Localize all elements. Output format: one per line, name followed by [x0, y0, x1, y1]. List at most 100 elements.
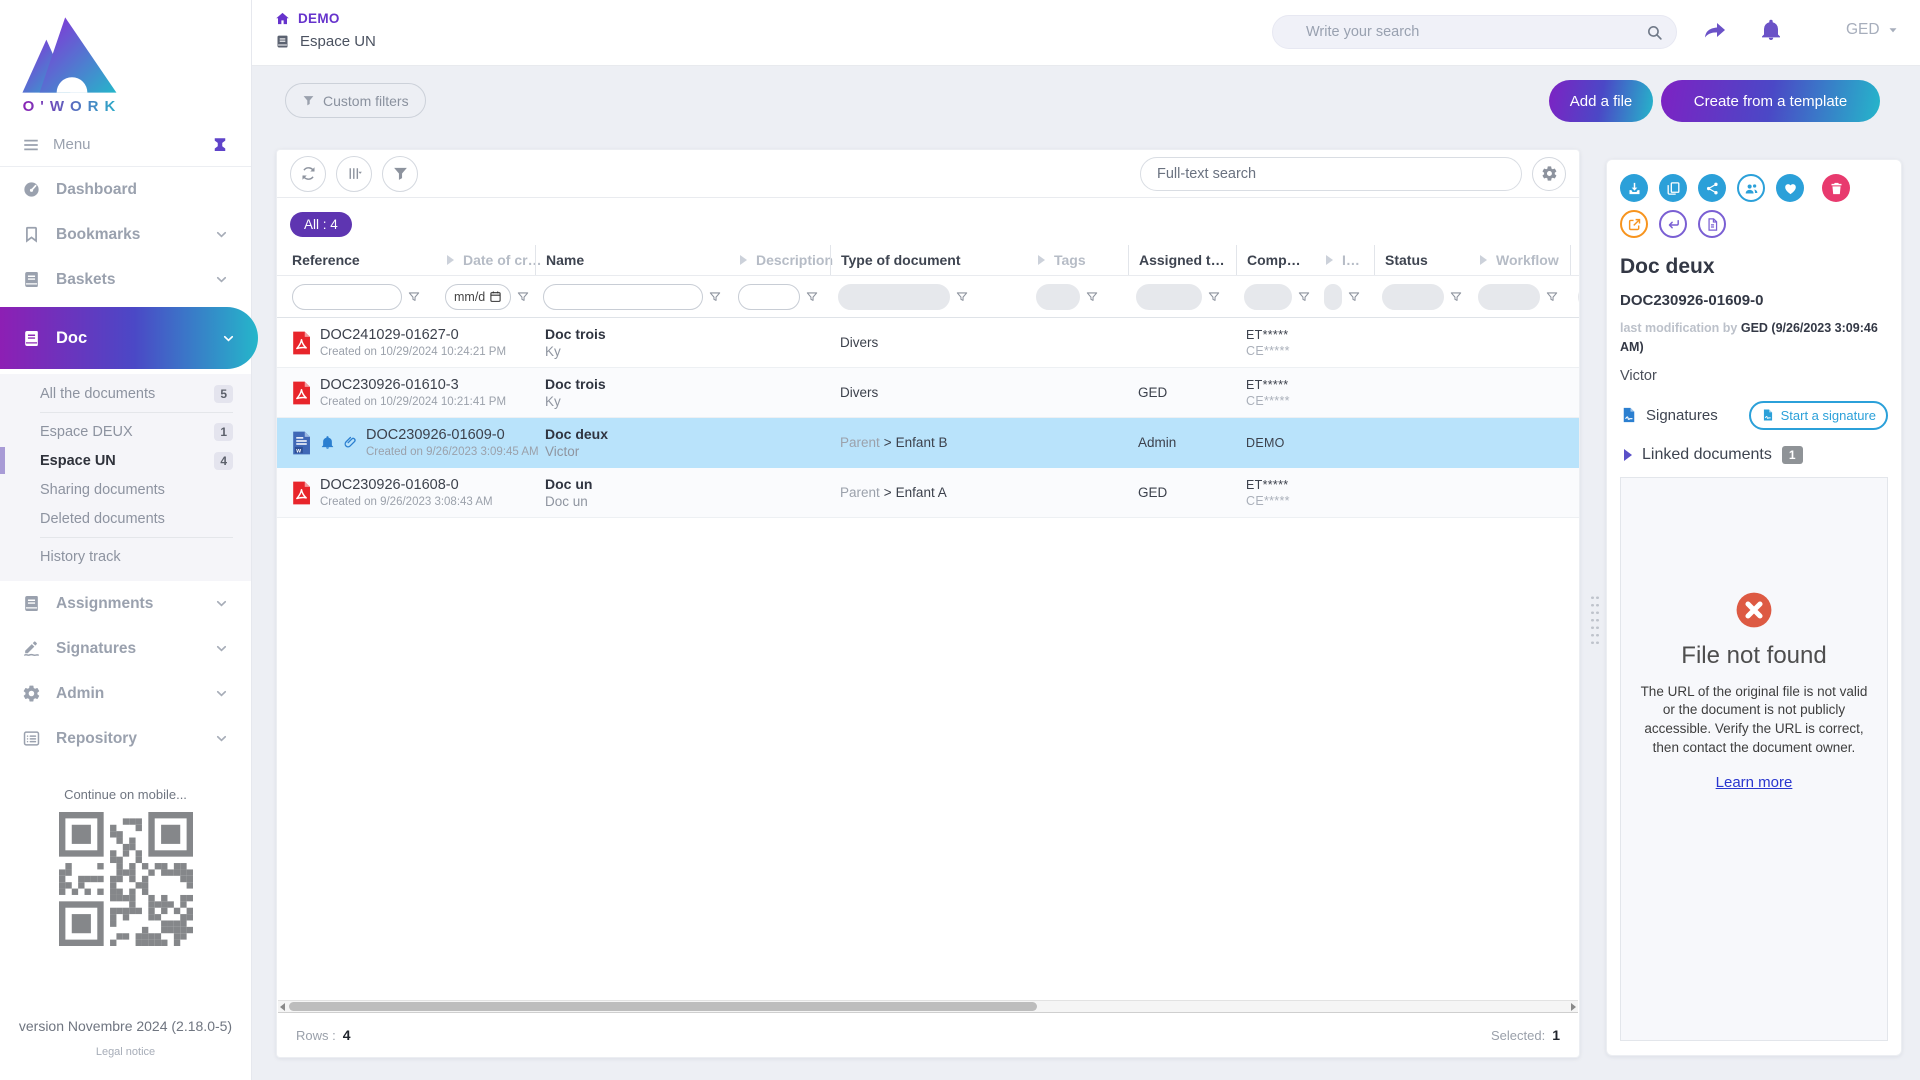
column-header-y[interactable]: Y: [1570, 245, 1580, 275]
column-header-workflow[interactable]: Workflow: [1470, 245, 1570, 275]
column-header-i[interactable]: I…: [1316, 245, 1374, 275]
sidebar-subitem-all-the-documents[interactable]: All the documents5: [0, 379, 251, 408]
breadcrumb-space[interactable]: Espace UN: [275, 33, 376, 50]
column-expand-icon[interactable]: [1480, 255, 1487, 265]
file-button[interactable]: [1698, 210, 1726, 238]
column-header-date-of-cr[interactable]: Date of cr…: [437, 245, 535, 275]
funnel-outline-icon[interactable]: [1449, 290, 1463, 304]
scrollbar-thumb[interactable]: [289, 1002, 1037, 1011]
sidebar-item-dashboard[interactable]: Dashboard: [0, 167, 251, 212]
users-button[interactable]: [1737, 174, 1765, 202]
calendar-icon[interactable]: [489, 290, 502, 303]
search-icon[interactable]: [1646, 24, 1663, 41]
funnel-outline-icon[interactable]: [708, 290, 722, 304]
column-header-tags[interactable]: Tags: [1028, 245, 1128, 275]
custom-filters-button[interactable]: Custom filters: [285, 83, 426, 118]
legal-notice-link[interactable]: Legal notice: [0, 1046, 251, 1058]
column-header-comp[interactable]: Comp…: [1236, 245, 1316, 275]
user-menu[interactable]: GED: [1846, 21, 1900, 39]
funnel-outline-icon[interactable]: [955, 290, 969, 304]
trash-button[interactable]: [1822, 174, 1850, 202]
scroll-right-arrow[interactable]: [1571, 1003, 1576, 1011]
filter-input[interactable]: [292, 284, 402, 310]
fulltext-search-input[interactable]: [1140, 157, 1522, 191]
table-row[interactable]: w DOC230926-01609-0 Created on 9/26/2023…: [277, 418, 1579, 468]
funnel-outline-icon[interactable]: [1545, 290, 1559, 304]
table-row[interactable]: DOC230926-01608-0 Created on 9/26/2023 3…: [277, 468, 1579, 518]
return-icon: [1666, 217, 1681, 232]
return-button[interactable]: [1659, 210, 1687, 238]
columns-button[interactable]: [336, 156, 372, 192]
column-expand-icon[interactable]: [1326, 255, 1333, 265]
column-header-reference[interactable]: Reference: [277, 245, 437, 275]
column-expand-icon[interactable]: [1038, 255, 1045, 265]
document-reference: DOC230926-01609-0: [1620, 292, 1888, 309]
heart-button[interactable]: [1776, 174, 1804, 202]
external-link-button[interactable]: [1620, 210, 1648, 238]
breadcrumb-home[interactable]: DEMO: [275, 11, 376, 26]
filter-input[interactable]: [738, 284, 800, 310]
scroll-left-arrow[interactable]: [280, 1003, 285, 1011]
menu-toggle[interactable]: Menu: [0, 123, 251, 167]
horizontal-scrollbar[interactable]: [278, 1000, 1578, 1013]
sidebar-subitem-sharing-documents[interactable]: Sharing documents: [0, 475, 251, 504]
funnel-outline-icon[interactable]: [1085, 290, 1099, 304]
column-header-name[interactable]: Name: [535, 245, 730, 275]
document-reference: DOC241029-01627-0: [320, 327, 506, 343]
filter-input-disabled: [1478, 284, 1540, 310]
table-settings-button[interactable]: [1532, 157, 1566, 191]
column-expand-icon[interactable]: [447, 255, 454, 265]
reference-cell: DOC230926-01608-0 Created on 9/26/2023 3…: [277, 468, 535, 517]
copy-button[interactable]: [1659, 174, 1687, 202]
learn-more-link[interactable]: Learn more: [1716, 774, 1793, 791]
table-row[interactable]: DOC230926-01610-3 Created on 10/29/2024 …: [277, 368, 1579, 418]
column-expand-icon[interactable]: [740, 255, 747, 265]
all-count-badge[interactable]: All : 4: [290, 212, 352, 237]
sidebar-item-doc[interactable]: Doc: [0, 307, 258, 369]
panel-resize-handle[interactable]: [1590, 594, 1600, 646]
add-file-button[interactable]: Add a file: [1549, 80, 1653, 122]
sidebar-subitem-deleted-documents[interactable]: Deleted documents: [0, 504, 251, 533]
description-cell: [730, 418, 830, 467]
bell-icon[interactable]: [1759, 18, 1783, 42]
sidebar-item-bookmarks[interactable]: Bookmarks: [0, 212, 251, 257]
create-template-button[interactable]: Create from a template: [1661, 80, 1880, 122]
sidebar-item-assignments[interactable]: Assignments: [0, 581, 251, 626]
start-signature-button[interactable]: Start a signature: [1749, 401, 1888, 430]
sidebar-item-admin[interactable]: Admin: [0, 671, 251, 716]
column-header-assigned-t[interactable]: Assigned t…: [1128, 245, 1236, 275]
i-cell: [1316, 368, 1374, 417]
refresh-button[interactable]: [290, 156, 326, 192]
sidebar: O'WORK Menu DashboardBookmarksBaskets Do…: [0, 0, 251, 1080]
funnel-outline-icon[interactable]: [516, 290, 530, 304]
share-nodes-button[interactable]: [1698, 174, 1726, 202]
filter-button[interactable]: [382, 156, 418, 192]
funnel-outline-icon[interactable]: [1347, 290, 1361, 304]
funnel-outline-icon[interactable]: [805, 290, 819, 304]
hamburger-icon: [22, 136, 40, 154]
sidebar-item-baskets[interactable]: Baskets: [0, 257, 251, 302]
global-search-input[interactable]: [1273, 16, 1676, 48]
column-header-description[interactable]: Description: [730, 245, 830, 275]
sidebar-subitem-espace-un[interactable]: Espace UN4: [0, 446, 251, 475]
filter-input[interactable]: [543, 284, 703, 310]
funnel-outline-icon[interactable]: [407, 290, 421, 304]
pin-icon[interactable]: [211, 136, 229, 154]
sidebar-subitem-espace-deux[interactable]: Espace DEUX1: [0, 417, 251, 446]
sidebar-item-signatures[interactable]: Signatures: [0, 626, 251, 671]
funnel-outline-icon[interactable]: [1297, 290, 1311, 304]
name-cell: Doc deux Victor: [535, 418, 730, 467]
filter-cell-status: [1374, 276, 1470, 317]
sidebar-item-repository[interactable]: Repository: [0, 716, 251, 761]
column-header-status[interactable]: Status: [1374, 245, 1470, 275]
column-header-type-of-document[interactable]: Type of document: [830, 245, 1028, 275]
linked-documents-toggle[interactable]: Linked documents 1: [1620, 446, 1888, 464]
type-cell: Divers: [830, 318, 1028, 367]
sidebar-subitem-history-track[interactable]: History track: [0, 542, 251, 571]
description-cell: [730, 318, 830, 367]
date-filter-input[interactable]: mm/d: [445, 284, 511, 310]
table-row[interactable]: DOC241029-01627-0 Created on 10/29/2024 …: [277, 318, 1579, 368]
funnel-outline-icon[interactable]: [1207, 290, 1221, 304]
share-forward-icon[interactable]: [1703, 18, 1727, 42]
download-button[interactable]: [1620, 174, 1648, 202]
